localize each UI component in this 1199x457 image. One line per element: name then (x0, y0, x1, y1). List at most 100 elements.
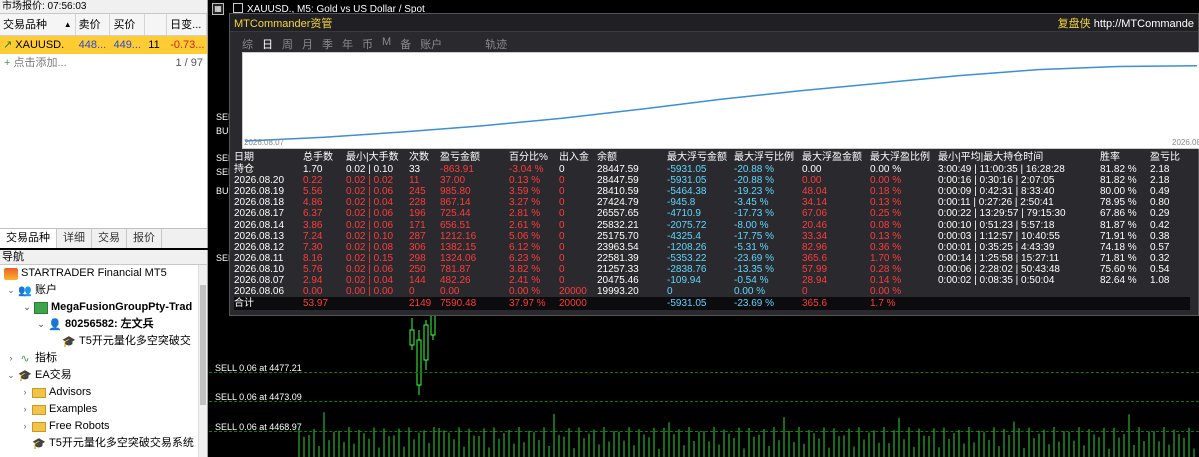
tab-notes[interactable]: 备 (400, 36, 411, 52)
symbol-count: 1 / 97 (175, 57, 203, 69)
sort-up-icon: ▲ (63, 20, 72, 29)
market-watch-panel: 市场报价: 07:56:03 交易品种 ▲ 卖价 买价 日变... ↗ XAUU… (0, 0, 208, 248)
chevron-right-icon[interactable]: › (6, 350, 16, 367)
col-symbol[interactable]: 交易品种 ▲ (0, 14, 76, 35)
robot-icon: 🎓 (18, 369, 32, 382)
add-symbol-row[interactable]: + 点击添加... 1 / 97 (0, 54, 207, 72)
panel-header: MTCommander资管 复盘侠 http://MTCommande (230, 14, 1198, 32)
nav-broker[interactable]: STARTRADER Financial MT5 (0, 265, 207, 282)
market-watch-title: 市场报价: 07:56:03 (0, 0, 207, 14)
navigator-scrollbar[interactable] (198, 265, 207, 457)
candle-body (416, 339, 422, 386)
axis-label-left: 2026.08.07 (244, 138, 285, 147)
stats-row[interactable]: 2026.08.18 4.86 0.02 | 0.04 228 867.14 3.27 %… (234, 197, 1190, 208)
chevron-down-icon[interactable]: ⌄ (36, 316, 46, 333)
nav-accounts[interactable]: ⌄ 👥 账户 (0, 282, 207, 299)
robot-icon: 🎓 (32, 437, 46, 450)
folder-icon (32, 404, 46, 415)
stats-row[interactable]: 2026.08.14 3.86 0.02 | 0.06 171 656.51 2.61 %… (234, 219, 1190, 231)
stats-row[interactable]: 2026.08.06 0.00 0.00 | 0.00 0 0.00 0.00 % 2000… (234, 286, 1190, 297)
col-ask[interactable]: 买价 (110, 14, 146, 35)
mtcommander-panel: MTCommander资管 复盘侠 http://MTCommande 综 日 … (229, 13, 1199, 316)
panel-brand[interactable]: 复盘侠 http://MTCommande (1058, 15, 1194, 31)
scrollbar-thumb[interactable] (200, 285, 206, 405)
tab-trading[interactable]: 交易 (92, 229, 127, 248)
candle-body (409, 329, 415, 346)
equity-curve (244, 65, 1198, 142)
folder-icon (32, 387, 46, 398)
equity-line (244, 65, 1198, 142)
order-line[interactable] (209, 431, 1199, 432)
stats-row[interactable]: 2026.08.07 2.94 0.02 | 0.04 144 482.26 2.41 %… (234, 275, 1190, 286)
col-spread[interactable] (145, 14, 168, 35)
stats-table: 日期 总手数 最小|大手数 次数 盈亏金额 百分比% 出入金 余额 最大浮亏金额… (234, 151, 1190, 311)
nav-experts[interactable]: ⌄ 🎓 EA交易 (0, 367, 207, 384)
plus-icon: + (4, 57, 11, 69)
tab-currency[interactable]: 币 (362, 36, 373, 52)
stats-row[interactable]: 2026.08.17 6.37 0.02 | 0.06 196 725.44 2.81 %… (234, 208, 1190, 219)
chevron-down-icon[interactable]: ⌄ (6, 367, 16, 384)
market-watch-tabs: 交易品种 详细 交易 报价 (0, 228, 207, 248)
axis-label-right: 2026.08 (1172, 138, 1199, 147)
tab-track[interactable]: 轨迹 (485, 36, 507, 52)
trend-up-icon: ↗ (3, 39, 13, 51)
chart-toolbar: ▦ (212, 3, 226, 17)
chevron-right-icon[interactable]: › (20, 401, 30, 418)
panel-tabs: 综 日 周 月 季 年 币 M 备 账户 轨迹 (242, 36, 516, 52)
nav-folder-examples[interactable]: › Examples (0, 401, 207, 418)
order-line[interactable] (209, 401, 1199, 402)
stats-row[interactable]: 持仓 1.70 0.02 | 0.10 33 -863.91 -3.04 % 0 28447.… (234, 164, 1190, 175)
nav-indicators[interactable]: › ∿ 指标 (0, 350, 207, 367)
stats-row[interactable]: 2026.08.19 5.56 0.02 | 0.06 245 985.80 3.59 %… (234, 186, 1190, 197)
candle-body (423, 324, 429, 361)
col-bid[interactable]: 卖价 (76, 14, 111, 35)
tab-monthly[interactable]: 月 (302, 36, 313, 52)
tab-summary[interactable]: 综 (242, 36, 253, 52)
navigator-panel: 导航 STARTRADER Financial MT5 ⌄ 👥 账户 ⌄ Meg… (0, 250, 208, 457)
symbol-row-selected[interactable]: ↗ XAUUSD. 448... 449... 11 -0.73... (0, 36, 207, 54)
nav-folder-free-robots[interactable]: › Free Robots (0, 418, 207, 435)
nav-account-ea[interactable]: 🎓 T5开元量化多空突破交 (0, 333, 207, 350)
stats-header-row: 日期 总手数 最小|大手数 次数 盈亏金额 百分比% 出入金 余额 最大浮亏金额… (234, 152, 1180, 163)
stats-row[interactable]: 2026.08.11 8.16 0.02 | 0.15 298 1324.06 6.23 … (234, 253, 1190, 264)
nav-ea-system[interactable]: 🎓 T5开元量化多空突破交易系统 (0, 435, 207, 452)
tab-ticks[interactable]: 报价 (127, 229, 162, 248)
folder-icon (32, 421, 46, 432)
chevron-down-icon[interactable]: ⌄ (6, 282, 16, 299)
order-line[interactable] (209, 372, 1199, 373)
tab-yearly[interactable]: 年 (342, 36, 353, 52)
nav-folder-advisors[interactable]: › Advisors (0, 384, 207, 401)
grid-icon[interactable]: ▦ (212, 3, 224, 15)
panel-title: MTCommander资管 (234, 17, 333, 30)
tab-account[interactable]: 账户 (420, 36, 442, 52)
server-icon (34, 301, 48, 314)
tab-symbols[interactable]: 交易品种 (0, 229, 57, 248)
user-icon: 👤 (48, 318, 62, 331)
indicator-icon: ∿ (20, 352, 30, 365)
stats-row[interactable]: 2026.08.13 7.24 0.02 | 0.10 287 1212.16 5.06 … (234, 231, 1190, 242)
tab-weekly[interactable]: 周 (282, 36, 293, 52)
chevron-right-icon[interactable]: › (20, 384, 30, 401)
chart-symbol-icon (233, 3, 243, 13)
order-label[interactable]: SELL 0.06 at 4468.97 (215, 422, 302, 432)
nav-account[interactable]: ⌄ 👤 80256582: 左文兵 (0, 316, 207, 333)
navigator-tree: STARTRADER Financial MT5 ⌄ 👥 账户 ⌄ MegaFu… (0, 265, 207, 452)
equity-curve-box (242, 52, 1199, 149)
stats-row[interactable]: 2026.08.10 5.76 0.02 | 0.06 250 781.87 3.82 %… (234, 264, 1190, 275)
chevron-down-icon[interactable]: ⌄ (22, 299, 32, 316)
chevron-right-icon[interactable]: › (20, 418, 30, 435)
tab-magic[interactable]: M (382, 36, 391, 52)
tab-daily[interactable]: 日 (262, 36, 273, 52)
nav-server[interactable]: ⌄ MegaFusionGroupPty-Trad (0, 299, 207, 316)
order-label[interactable]: SELL 0.06 at 4473.09 (215, 392, 302, 402)
stats-row[interactable]: 2026.08.20 0.22 0.02 | 0.02 11 37.00 0.13 % 0 2… (234, 175, 1190, 186)
tab-quarterly[interactable]: 季 (322, 36, 333, 52)
stats-row[interactable]: 2026.08.12 7.30 0.02 | 0.08 306 1382.15 6.12 … (234, 242, 1190, 253)
tab-details[interactable]: 详细 (57, 229, 92, 248)
order-label[interactable]: SELL 0.06 at 4477.21 (215, 363, 302, 373)
brand-icon (4, 267, 18, 280)
col-change[interactable]: 日变... (167, 14, 207, 35)
market-watch-header: 交易品种 ▲ 卖价 买价 日变... (0, 14, 207, 36)
stats-total-row: 合计 53.97 2149 7590.48 37.97 % 20000 -593… (234, 297, 1190, 311)
navigator-title: 导航 (0, 250, 207, 265)
